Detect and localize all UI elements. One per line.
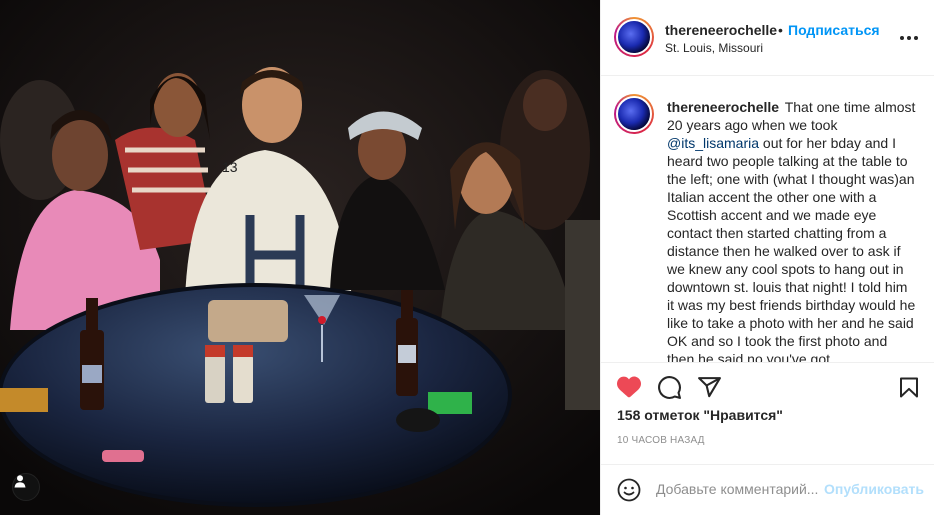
comment-input[interactable]	[656, 479, 821, 499]
group-photo-image: 13	[0, 0, 600, 515]
header-username[interactable]: thereneerochelle	[665, 22, 777, 38]
caption-text-part2: out for her bday and I heard two people …	[667, 135, 916, 362]
publish-comment-button[interactable]: Опубликовать	[824, 481, 924, 497]
add-comment-form: Опубликовать	[601, 464, 934, 515]
comments-section: thereneerochelle That one time almost 20…	[601, 77, 934, 362]
avatar[interactable]	[614, 17, 654, 57]
post-details-panel: thereneerochelle • Подписаться St. Louis…	[600, 0, 934, 515]
heart-icon[interactable]	[616, 375, 642, 399]
more-options-icon[interactable]	[900, 36, 918, 40]
separator-dot: •	[778, 22, 783, 38]
post-timestamp[interactable]: 10 ЧАСОВ НАЗАД	[617, 435, 705, 446]
action-bar: 158 отметок "Нравится" 10 ЧАСОВ НАЗАД Оп…	[601, 362, 934, 515]
location-link[interactable]: St. Louis, Missouri	[665, 41, 763, 55]
post-photo[interactable]: 13	[0, 0, 600, 515]
user-tags-button[interactable]	[12, 473, 40, 501]
likes-count[interactable]: 158 отметок "Нравится"	[617, 407, 783, 423]
comment-icon[interactable]	[657, 375, 682, 400]
svg-text:13: 13	[222, 159, 238, 175]
user-tag-icon	[14, 475, 26, 488]
bookmark-icon[interactable]	[897, 375, 921, 400]
follow-button[interactable]: Подписаться	[788, 22, 880, 38]
post-caption: thereneerochelle That one time almost 20…	[667, 98, 917, 362]
emoji-icon[interactable]	[617, 478, 641, 502]
post-header: thereneerochelle • Подписаться St. Louis…	[601, 0, 934, 76]
caption-username[interactable]: thereneerochelle	[667, 99, 779, 115]
caption-mention-link[interactable]: @its_lisamaria	[667, 135, 759, 151]
caption-avatar[interactable]	[614, 94, 654, 134]
share-icon[interactable]	[697, 375, 722, 400]
